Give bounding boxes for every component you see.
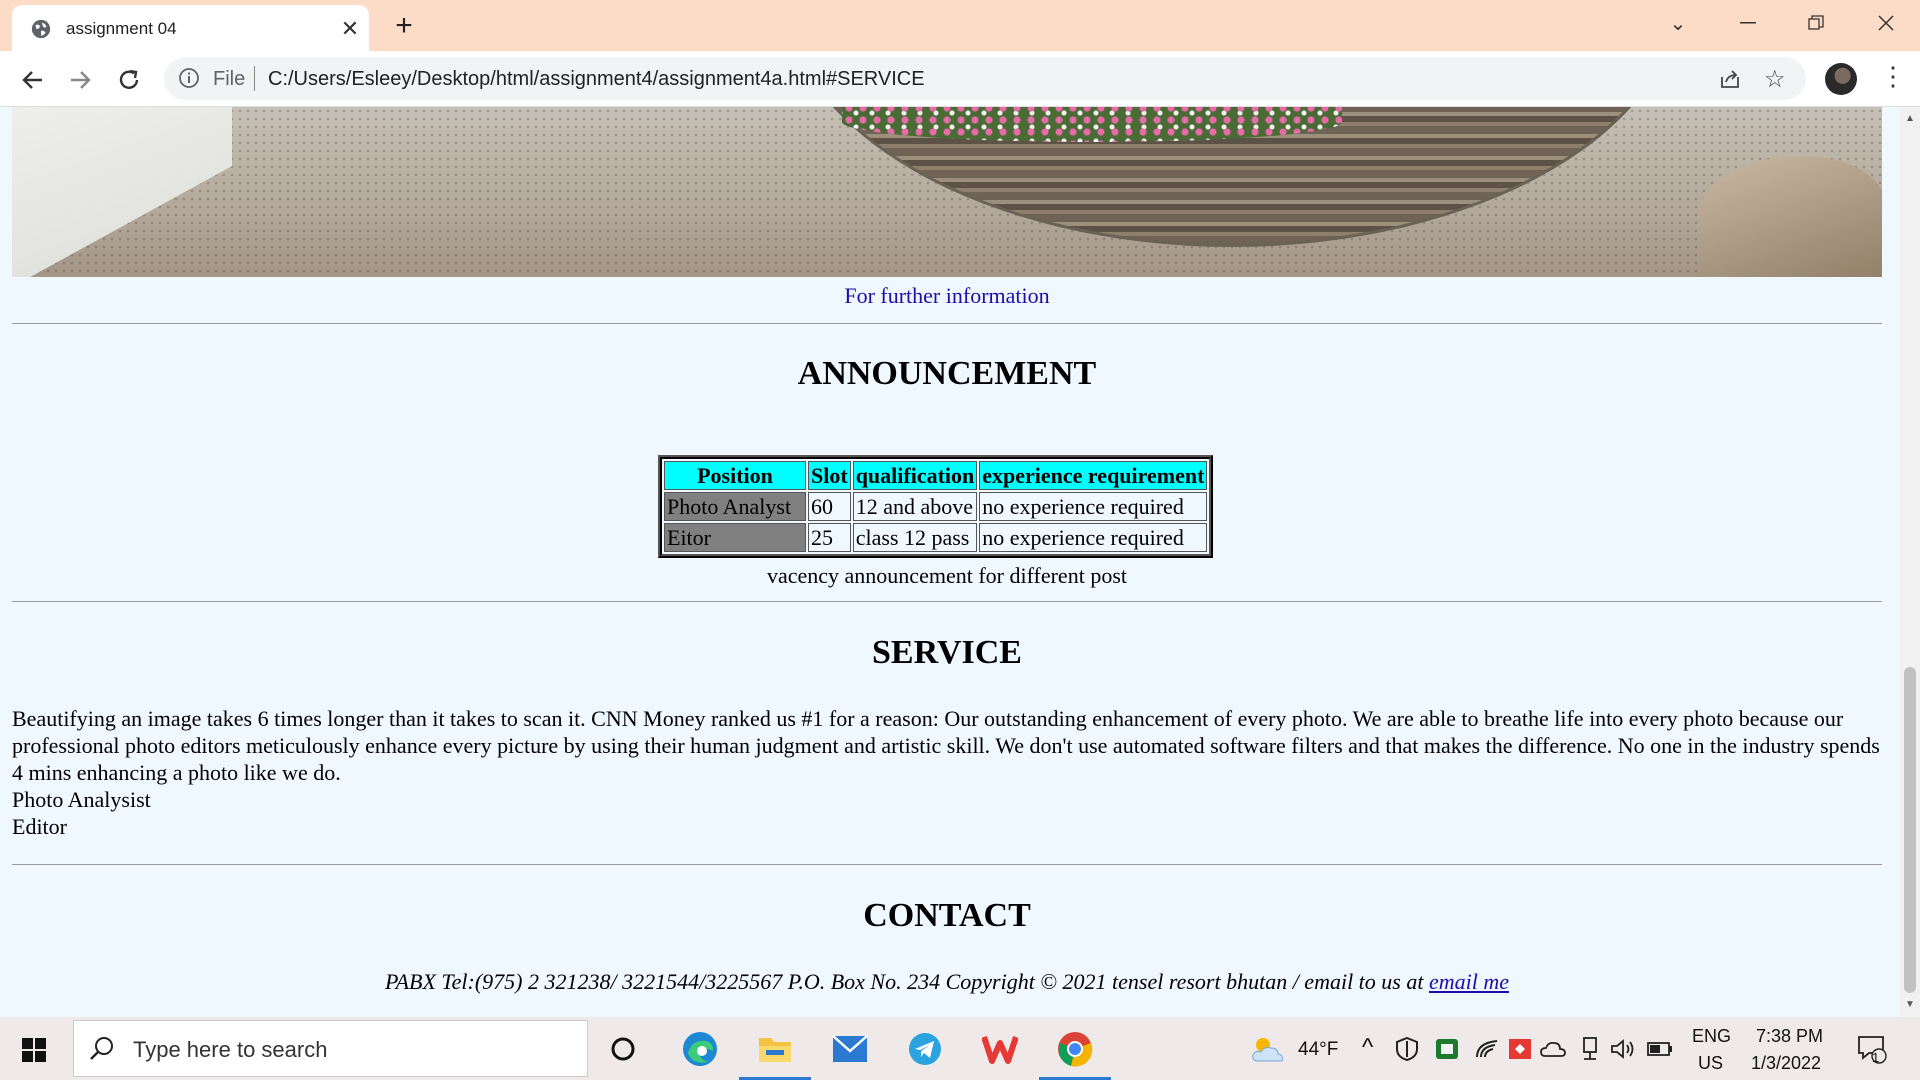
battery-icon[interactable] [1645, 1029, 1675, 1069]
windows-taskbar: Type here to search 44°F ^ ENG US 7:38 P… [0, 1017, 1920, 1080]
share-icon[interactable] [1718, 67, 1742, 91]
search-placeholder: Type here to search [133, 1037, 328, 1062]
omnibox-divider [254, 66, 255, 91]
back-arrow-icon [22, 71, 42, 89]
tab-close-icon[interactable]: ✕ [337, 16, 363, 42]
clock-date[interactable]: 1/3/2022 [1751, 1053, 1821, 1074]
profile-avatar[interactable] [1825, 63, 1857, 95]
table-row: Photo Analyst 60 12 and above no experie… [664, 492, 1208, 521]
battery-app-icon[interactable] [1432, 1029, 1462, 1069]
service-paragraph: Beautifying an image takes 6 times longe… [12, 706, 1880, 785]
kebab-menu-icon[interactable]: ⋮ [1880, 61, 1906, 92]
tab-search-chevron-icon[interactable]: ⌄ [1658, 8, 1698, 38]
security-shield-icon[interactable] [1392, 1029, 1422, 1069]
address-bar[interactable]: File C:/Users/Esleey/Desktop/html/assign… [164, 57, 1806, 100]
wifi-icon[interactable] [1472, 1029, 1502, 1069]
weather-temperature[interactable]: 44°F [1298, 1039, 1338, 1061]
column-header: experience requirement [979, 461, 1208, 490]
bookmark-star-icon[interactable]: ☆ [1764, 65, 1786, 94]
table-header-row: Position Slot qualification experience r… [664, 461, 1208, 490]
table-cell: no experience required [979, 492, 1208, 521]
section-divider [12, 323, 1882, 324]
wps-office-icon[interactable] [980, 1029, 1020, 1069]
table-cell: no experience required [979, 523, 1208, 552]
table-caption: vacency announcement for different post [766, 563, 1127, 588]
windows-start-icon[interactable] [22, 1038, 46, 1062]
chrome-icon[interactable] [1055, 1029, 1095, 1069]
back-button[interactable] [16, 63, 50, 97]
url-text[interactable]: C:/Users/Esleey/Desktop/html/assignment4… [268, 68, 925, 91]
table-cell: class 12 pass [852, 523, 978, 552]
table-cell: Eitor [664, 523, 806, 552]
table-cell: 60 [808, 492, 851, 521]
scheme-label: File [213, 68, 246, 90]
new-tab-button[interactable]: + [388, 9, 420, 42]
scroll-thumb[interactable] [1904, 667, 1916, 993]
language-indicator[interactable]: ENG [1692, 1026, 1731, 1047]
search-icon [90, 1037, 113, 1060]
file-explorer-icon[interactable] [755, 1029, 795, 1069]
region-indicator[interactable]: US [1698, 1053, 1723, 1074]
forward-arrow-icon [71, 71, 91, 89]
contact-heading: CONTACT [863, 897, 1031, 934]
resort-photo [12, 107, 1882, 277]
contact-text: PABX Tel:(975) 2 321238/ 3221544/3225567… [385, 969, 1429, 994]
info-icon[interactable] [178, 67, 200, 89]
table-cell: Photo Analyst [664, 492, 806, 521]
minimize-button[interactable] [1728, 8, 1768, 38]
vacancy-table: Position Slot qualification experience r… [658, 455, 1214, 558]
tab-title: assignment 04 [66, 19, 177, 38]
vertical-scrollbar[interactable]: ▲ ▼ [1900, 107, 1920, 1017]
forward-button[interactable] [63, 63, 97, 97]
globe-icon [31, 19, 51, 39]
email-link[interactable]: email me [1429, 969, 1509, 994]
column-header: Position [664, 461, 806, 490]
close-window-button[interactable] [1866, 8, 1906, 38]
table-cell: 25 [808, 523, 851, 552]
column-header: Slot [808, 461, 851, 490]
section-divider [12, 601, 1882, 602]
reload-button[interactable] [112, 63, 146, 97]
notification-count: 1 [1872, 1050, 1880, 1065]
weather-icon[interactable] [1248, 1029, 1288, 1069]
service-content: Beautifying an image takes 6 times longe… [12, 705, 1882, 840]
scroll-up-icon[interactable]: ▲ [1905, 113, 1915, 124]
telegram-icon[interactable] [905, 1029, 945, 1069]
table-row: Eitor 25 class 12 pass no experience req… [664, 523, 1208, 552]
page-viewport: For further information ANNOUNCEMENT Pos… [0, 107, 1900, 1017]
cortana-icon[interactable] [603, 1029, 643, 1069]
column-header: qualification [852, 461, 978, 490]
network-icon[interactable] [1575, 1029, 1605, 1069]
browser-toolbar: File C:/Users/Esleey/Desktop/html/assign… [0, 51, 1920, 107]
restore-button[interactable] [1796, 8, 1836, 38]
table-cell: 12 and above [852, 492, 978, 521]
further-information-link[interactable]: For further information [0, 283, 1894, 309]
reload-icon [119, 69, 139, 89]
volume-icon[interactable] [1608, 1029, 1638, 1069]
tab-strip: assignment 04 ✕ + ⌄ [0, 0, 1920, 51]
contact-info: PABX Tel:(975) 2 321238/ 3221544/3225567… [0, 969, 1894, 995]
scroll-down-icon[interactable]: ▼ [1905, 999, 1915, 1010]
onedrive-icon[interactable] [1538, 1029, 1568, 1069]
edge-icon[interactable] [680, 1029, 720, 1069]
taskbar-search-box[interactable]: Type here to search [73, 1020, 588, 1077]
announcement-heading: ANNOUNCEMENT [797, 355, 1097, 392]
service-heading: SERVICE [872, 634, 1022, 671]
mail-icon[interactable] [830, 1029, 870, 1069]
tab-active[interactable]: assignment 04 ✕ [12, 5, 369, 51]
service-item: Photo Analysist [12, 787, 151, 812]
antivirus-icon[interactable] [1505, 1029, 1535, 1069]
service-item: Editor [12, 814, 67, 839]
clock-time[interactable]: 7:38 PM [1756, 1026, 1823, 1047]
section-divider [12, 864, 1882, 865]
show-hidden-icons-chevron-icon[interactable]: ^ [1362, 1034, 1373, 1062]
